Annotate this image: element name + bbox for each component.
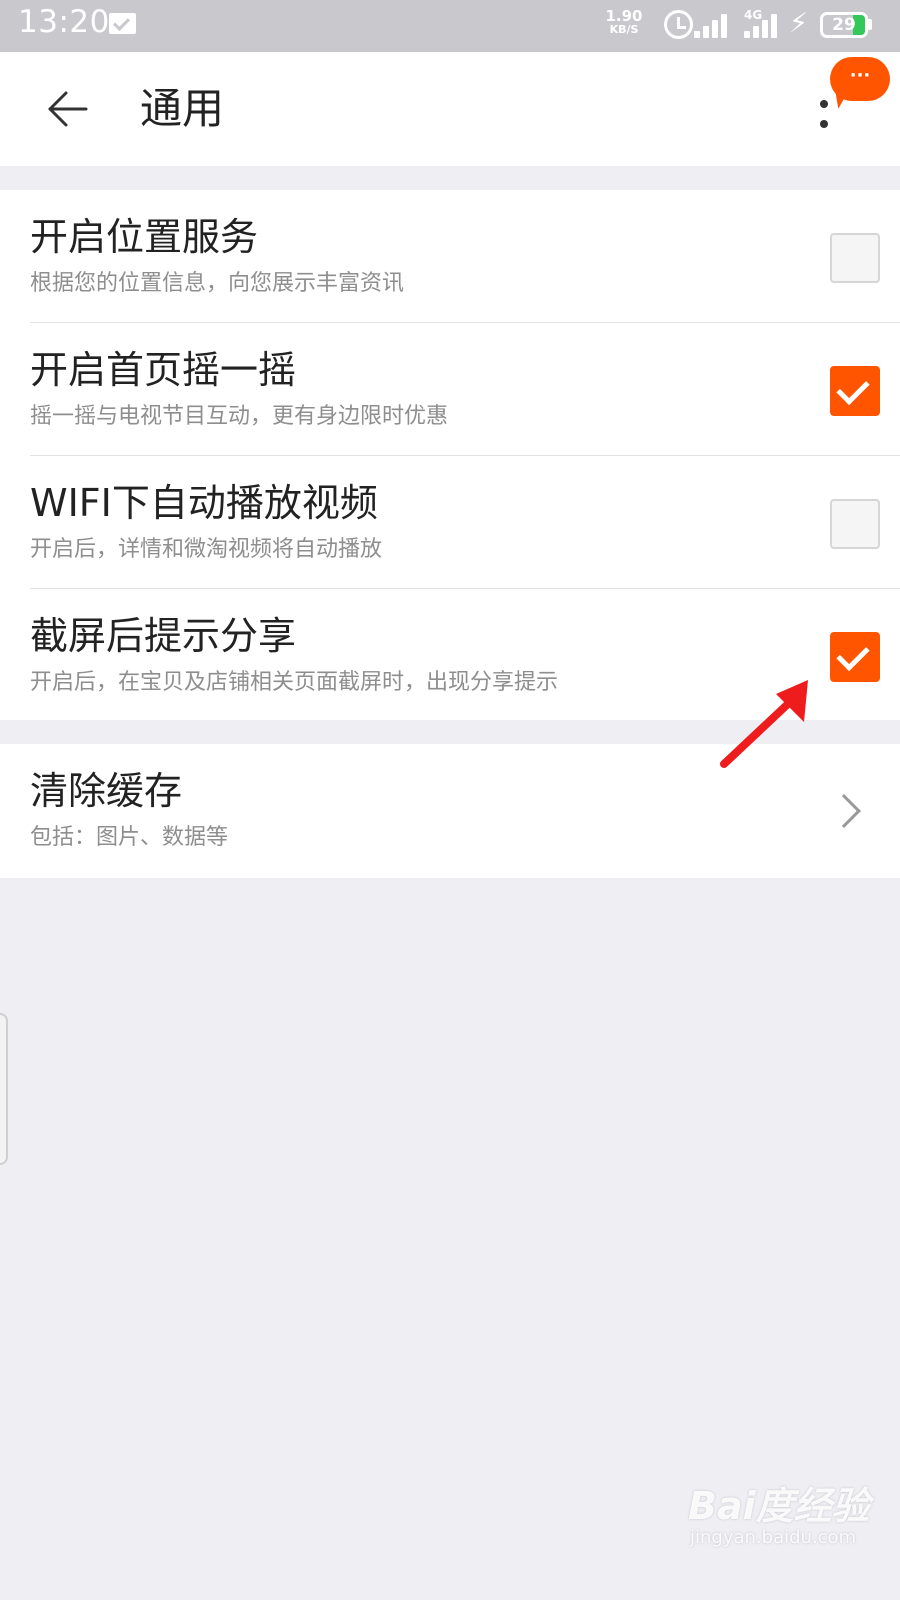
battery-level: 29 — [832, 15, 856, 35]
screenshot-share-checkbox[interactable] — [830, 632, 880, 682]
network-speed-unit: KB/S — [609, 23, 639, 36]
setting-subtitle: 开启后，详情和微淘视频将自动播放 — [30, 537, 383, 562]
location-service-checkbox[interactable] — [830, 233, 880, 283]
setting-subtitle: 根据您的位置信息，向您展示丰富资讯 — [30, 271, 405, 296]
status-bar: 13:20 1.90 KB/S 4G ⚡ 29 — [0, 0, 900, 52]
battery-icon: 29 — [820, 12, 868, 38]
setting-title: 开启首页摇一摇 — [30, 348, 297, 392]
signal-icon — [694, 14, 730, 38]
setting-title: 开启位置服务 — [30, 215, 259, 259]
settings-group-toggles: 开启位置服务 根据您的位置信息，向您展示丰富资讯 开启首页摇一摇 摇一摇与电视节… — [0, 190, 900, 720]
back-button[interactable] — [40, 82, 94, 136]
message-icon — [109, 13, 136, 34]
clear-cache-item[interactable]: 清除缓存 包括：图片、数据等 — [0, 744, 900, 878]
setting-subtitle: 摇一摇与电视节目互动，更有身边限时优惠 — [30, 404, 449, 429]
chevron-right-icon — [827, 794, 861, 828]
setting-location-service[interactable]: 开启位置服务 根据您的位置信息，向您展示丰富资讯 — [0, 190, 900, 323]
edge-handle[interactable] — [0, 1013, 8, 1165]
wifi-autoplay-checkbox[interactable] — [830, 499, 880, 549]
setting-title: 截屏后提示分享 — [30, 614, 297, 658]
alarm-icon — [664, 10, 693, 39]
setting-title: WIFI下自动播放视频 — [30, 481, 378, 525]
baidu-jingyan-watermark: Bai度经验 jingyan.baidu.com — [688, 1475, 888, 1565]
settings-group-cache: 清除缓存 包括：图片、数据等 — [0, 744, 900, 878]
network-speed: 1.90 KB/S — [604, 9, 644, 37]
charging-icon: ⚡ — [789, 8, 808, 39]
setting-home-shake[interactable]: 开启首页摇一摇 摇一摇与电视节目互动，更有身边限时优惠 — [0, 323, 900, 456]
home-shake-checkbox[interactable] — [830, 366, 880, 416]
setting-subtitle: 包括：图片、数据等 — [30, 825, 229, 850]
setting-title: 清除缓存 — [30, 769, 183, 813]
arrow-left-icon — [48, 91, 88, 127]
watermark-url: jingyan.baidu.com — [690, 1527, 857, 1548]
battery-tip — [868, 19, 872, 30]
signal-4g-icon — [744, 14, 780, 38]
app-header: 通用 — [0, 52, 900, 166]
setting-subtitle: 开启后，在宝贝及店铺相关页面截屏时，出现分享提示 — [30, 670, 559, 695]
network-speed-value: 1.90 — [605, 7, 643, 25]
watermark-logo: Bai度经验 — [688, 1484, 870, 1528]
page-title: 通用 — [140, 84, 225, 133]
setting-screenshot-share[interactable]: 截屏后提示分享 开启后，在宝贝及店铺相关页面截屏时，出现分享提示 — [0, 589, 900, 720]
setting-wifi-autoplay[interactable]: WIFI下自动播放视频 开启后，详情和微淘视频将自动播放 — [0, 456, 900, 589]
status-time: 13:20 — [18, 4, 110, 40]
message-bubble-button[interactable]: ··· — [830, 57, 890, 101]
